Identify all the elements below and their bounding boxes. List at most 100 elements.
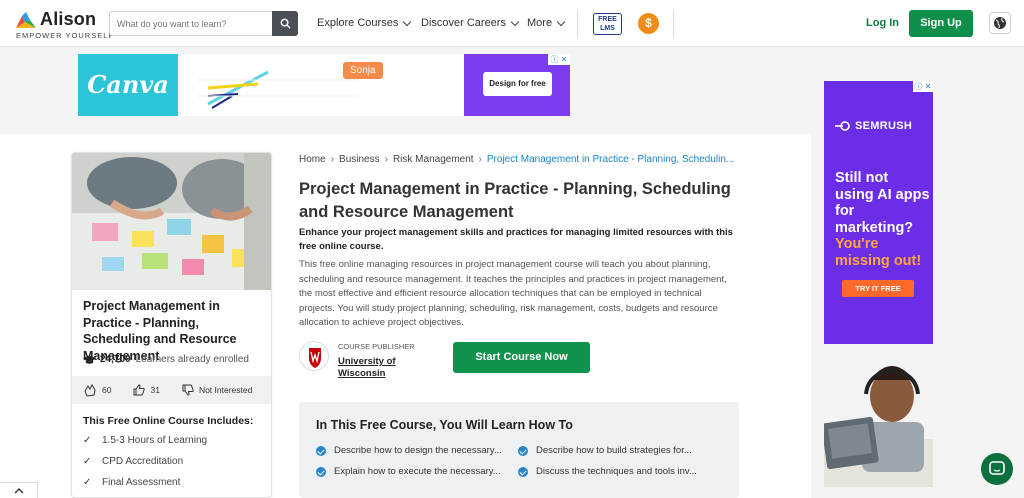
breadcrumb-current: Project Management in Practice - Plannin… (486, 154, 735, 165)
breadcrumb-home[interactable]: Home (299, 154, 326, 165)
ad-close-icon[interactable]: ⓘ ✕ (913, 81, 933, 92)
ad-headline-text: Still not using AI apps for marketing? (835, 170, 930, 236)
check-icon: ✓ (83, 477, 92, 488)
search-button[interactable] (272, 11, 298, 36)
top-navbar: Alison EMPOWER YOURSELF Explore Courses … (0, 0, 1024, 47)
ad-photo (824, 344, 933, 487)
learning-outcome-label: Describe how to build strategies for... (536, 445, 692, 456)
search-input[interactable] (110, 12, 270, 35)
logo-tagline: EMPOWER YOURSELF (16, 31, 114, 40)
start-course-button[interactable]: Start Course Now (453, 342, 590, 373)
learning-outcome-label: Explain how to execute the necessary... (334, 466, 501, 477)
check-icon: ✓ (83, 435, 92, 446)
login-link[interactable]: Log In (866, 17, 899, 29)
divider (577, 10, 578, 38)
chat-icon (989, 461, 1005, 475)
check-circle-icon (316, 445, 326, 456)
enrolled-number: 24,700 (100, 354, 131, 365)
learning-outcomes-title: In This Free Course, You Will Learn How … (316, 418, 573, 432)
breadcrumb-separator: › (478, 154, 482, 165)
ad-headline-highlight: You're missing out! (835, 236, 922, 269)
learning-outcome-item: Describe how to build strategies for... (518, 445, 692, 456)
include-label: 1.5-3 Hours of Learning (102, 435, 208, 446)
enrolled-label: Learners already enrolled (135, 354, 249, 365)
course-subtitle: Enhance your project management skills a… (299, 227, 733, 252)
ad-cta-panel: Design for free ⓘ ✕ (464, 54, 570, 116)
likes-stat[interactable]: 60 (83, 383, 112, 397)
chevron-down-icon (556, 17, 566, 26)
course-description: This free online managing resources in p… (299, 259, 727, 328)
include-item: ✓ 1.5-3 Hours of Learning (83, 435, 207, 446)
dollar-icon[interactable]: $ (638, 13, 659, 34)
include-label: Final Assessment (102, 477, 181, 488)
course-card: Project Management in Practice - Plannin… (71, 152, 272, 498)
check-circle-icon (316, 466, 326, 477)
semrush-logo: SEMRUSH (835, 120, 912, 132)
try-it-free-button[interactable]: TRY IT FREE (842, 280, 914, 297)
chevron-down-icon (403, 17, 412, 26)
page-title: Project Management in Practice - Plannin… (299, 180, 731, 221)
chevron-down-icon (510, 17, 520, 26)
course-image (72, 153, 271, 290)
canva-logo: Canva (78, 54, 178, 116)
breadcrumb-separator: › (330, 154, 335, 165)
include-item: ✓ CPD Accreditation (83, 456, 183, 467)
semrush-ad[interactable]: ⓘ ✕ SEMRUSH Still not using AI apps for … (824, 81, 933, 487)
clap-icon (84, 383, 96, 397)
course-stats-bar: 60 31 Not Interested (72, 376, 271, 404)
nav-discover-careers[interactable]: Discover Careers (421, 17, 520, 29)
ad-name-tag: Sonja (343, 62, 383, 79)
learning-outcomes-box: In This Free Course, You Will Learn How … (299, 402, 739, 498)
university-seal-icon (299, 341, 329, 371)
chevron-up-icon (14, 487, 23, 493)
semrush-flame-icon (835, 121, 850, 131)
nav-label: Explore Courses (317, 17, 399, 29)
breadcrumb-business[interactable]: Business (339, 154, 380, 165)
thumbs-up-stat[interactable]: 31 (133, 384, 160, 396)
publisher-name-link[interactable]: University of Wisconsin (338, 356, 408, 379)
alison-logo-icon (16, 11, 36, 28)
learning-outcome-item: Describe how to design the necessary... (316, 445, 502, 456)
divider (673, 10, 674, 38)
thumbs-down-icon (182, 384, 194, 396)
search-box (109, 11, 298, 36)
ad-illustration (198, 70, 358, 109)
learning-outcome-label: Describe how to design the necessary... (334, 445, 502, 456)
semrush-brand: SEMRUSH (855, 120, 913, 132)
include-label: CPD Accreditation (102, 456, 184, 467)
ad-close-icon[interactable]: ⓘ ✕ (548, 54, 570, 65)
scroll-up-button[interactable] (0, 482, 38, 498)
thumbs-up-count: 31 (150, 385, 160, 395)
logo-name: Alison (40, 9, 97, 29)
language-button[interactable] (989, 12, 1011, 34)
design-for-free-button[interactable]: Design for free (483, 72, 552, 96)
chat-button[interactable] (981, 453, 1013, 485)
likes-count: 60 (102, 385, 112, 395)
check-icon: ✓ (83, 456, 92, 467)
breadcrumb: Home › Business › Risk Management › Project Ma… (299, 154, 734, 165)
learning-outcome-item: Explain how to execute the necessary... (316, 466, 501, 477)
thumbs-up-icon (133, 384, 146, 396)
breadcrumb-risk-management[interactable]: Risk Management (393, 154, 474, 165)
learning-outcome-item: Discuss the techniques and tools inv... (518, 466, 697, 477)
check-circle-icon (518, 445, 528, 456)
signup-button[interactable]: Sign Up (909, 10, 973, 37)
search-icon (280, 18, 291, 29)
learning-outcome-label: Discuss the techniques and tools inv... (536, 466, 697, 477)
check-circle-icon (518, 466, 528, 477)
not-interested-button[interactable]: Not Interested (182, 384, 252, 396)
free-lms-button[interactable]: FREE LMS (593, 13, 622, 35)
canva-ad-banner[interactable]: Canva Sonja Design for free ⓘ ✕ (78, 54, 570, 116)
include-item: ✓ Final Assessment (83, 477, 180, 488)
ad-headline: Still not using AI apps for marketing? Y… (835, 170, 930, 269)
nav-explore-courses[interactable]: Explore Courses (317, 17, 412, 29)
alison-logo[interactable]: Alison EMPOWER YOURSELF (16, 9, 114, 40)
nav-more[interactable]: More (527, 17, 566, 29)
publisher-label: COURSE PUBLISHER (338, 342, 415, 351)
breadcrumb-separator: › (384, 154, 388, 165)
globe-icon (994, 17, 1006, 29)
nav-label: More (527, 17, 553, 29)
enrolled-count: 24,700 Learners already enrolled (83, 354, 249, 365)
graduation-cap-icon (83, 354, 96, 364)
includes-title: This Free Online Course Includes: (83, 415, 254, 427)
